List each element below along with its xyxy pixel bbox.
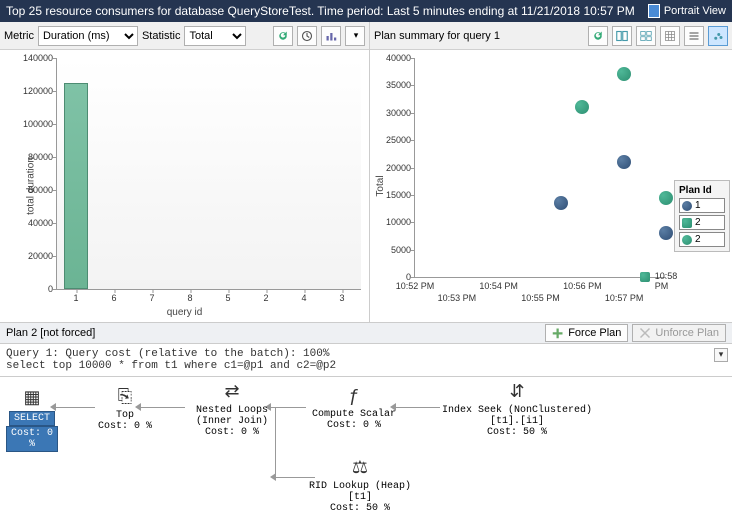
scatter-point[interactable] <box>659 191 673 205</box>
legend-item[interactable]: 1 <box>679 198 725 213</box>
chart-type-icon[interactable] <box>321 26 341 46</box>
scatter-point[interactable] <box>554 196 568 210</box>
query-sql-line: select top 10000 * from t1 where c1=@p1 … <box>6 360 726 372</box>
x-tick: 3 <box>339 293 344 303</box>
statistic-label: Statistic <box>142 30 181 42</box>
unforce-icon <box>639 327 651 339</box>
force-icon <box>552 327 564 339</box>
y-tick: 15000 <box>375 190 411 200</box>
plan-id-legend: Plan Id 1 2 2 <box>674 180 730 252</box>
y-tick: 100000 <box>11 119 53 129</box>
left-pane: Metric Duration (ms) Statistic Total tot… <box>0 22 370 322</box>
x-tick: 10:52 PM <box>396 281 435 291</box>
grid2-icon[interactable] <box>660 26 680 46</box>
plan-node-index-seek[interactable]: ⇵ Index Seek (NonClustered) [t1].[i1] Co… <box>432 381 602 438</box>
portrait-icon <box>648 4 660 18</box>
expand-button[interactable]: ▾ <box>714 348 728 362</box>
legend-item[interactable]: 2 <box>679 232 725 247</box>
y-tick: 120000 <box>11 86 53 96</box>
plan-node-rid-lookup[interactable]: ⚖ RID Lookup (Heap) [t1] Cost: 50 % <box>300 457 420 514</box>
bar-chart-area: total duration 0200004000060000800001000… <box>0 50 369 322</box>
y-tick: 0 <box>11 284 53 294</box>
compare2-icon[interactable] <box>636 26 656 46</box>
y-tick: 60000 <box>11 185 53 195</box>
statistic-select[interactable]: Total <box>184 26 246 46</box>
nested-loops-icon: ⇄ <box>182 381 282 403</box>
x-tick: 10:56 PM <box>563 281 602 291</box>
scatter-point[interactable] <box>640 272 650 282</box>
query-text-area: Query 1: Query cost (relative to the bat… <box>0 344 732 377</box>
metric-select[interactable]: Duration (ms) <box>38 26 138 46</box>
unforce-plan-button: Unforce Plan <box>632 324 726 342</box>
scatter-plot: 0500010000150002000025000300003500040000… <box>414 58 666 278</box>
bar-x-axis-title: query id <box>0 305 369 322</box>
x-tick: 10:54 PM <box>479 281 518 291</box>
plan-node-compute-scalar[interactable]: ƒ Compute Scalar Cost: 0 % <box>304 387 404 431</box>
legend-title: Plan Id <box>679 185 712 196</box>
x-tick: 1 <box>73 293 78 303</box>
portrait-label: Portrait View <box>664 5 726 17</box>
query-cost-line: Query 1: Query cost (relative to the bat… <box>6 348 726 360</box>
scatter-chart-area: Total 0500010000150002000025000300003500… <box>370 50 732 322</box>
index-seek-icon: ⇵ <box>432 381 602 403</box>
y-tick: 30000 <box>375 108 411 118</box>
grid3-icon[interactable] <box>684 26 704 46</box>
top-icon: ⎘ <box>95 387 155 408</box>
scatter-point[interactable] <box>659 226 673 240</box>
y-tick: 20000 <box>375 163 411 173</box>
plan-node-top[interactable]: ⎘ Top Cost: 0 % <box>95 387 155 432</box>
x-tick: 10:57 PM <box>605 293 644 303</box>
x-tick: 4 <box>301 293 306 303</box>
right-toolbar: Plan summary for query 1 <box>370 22 732 50</box>
rid-lookup-icon: ⚖ <box>300 457 420 479</box>
scatter-point[interactable] <box>617 67 631 81</box>
plan-node-select[interactable]: ▦ SELECT Cost: 0 % <box>6 387 58 452</box>
title-bar: Top 25 resource consumers for database Q… <box>0 0 732 22</box>
time-icon[interactable] <box>297 26 317 46</box>
compute-scalar-icon: ƒ <box>304 387 404 407</box>
y-tick: 35000 <box>375 80 411 90</box>
refresh2-icon[interactable] <box>588 26 608 46</box>
y-tick: 10000 <box>375 217 411 227</box>
x-tick: 6 <box>111 293 116 303</box>
left-toolbar: Metric Duration (ms) Statistic Total <box>0 22 369 50</box>
scatter-point[interactable] <box>575 100 589 114</box>
x-tick: 2 <box>263 293 268 303</box>
select-icon: ▦ <box>6 387 58 409</box>
scatter-point[interactable] <box>617 155 631 169</box>
y-tick: 25000 <box>375 135 411 145</box>
plan-node-nested-loops[interactable]: ⇄ Nested Loops (Inner Join) Cost: 0 % <box>182 381 282 438</box>
x-tick: 10:53 PM <box>438 293 477 303</box>
x-tick: 10:58 PM <box>655 271 678 291</box>
y-tick: 5000 <box>375 245 411 255</box>
y-tick: 40000 <box>11 218 53 228</box>
legend-item[interactable]: 2 <box>679 215 725 230</box>
x-tick: 5 <box>225 293 230 303</box>
x-tick: 10:55 PM <box>521 293 560 303</box>
x-tick: 8 <box>187 293 192 303</box>
y-tick: 20000 <box>11 251 53 261</box>
metric-label: Metric <box>4 30 34 42</box>
x-tick: 7 <box>149 293 154 303</box>
portrait-view-button[interactable]: Portrait View <box>648 4 726 18</box>
refresh-icon[interactable] <box>273 26 293 46</box>
right-pane: Plan summary for query 1 Total 050001000… <box>370 22 732 322</box>
y-tick: 80000 <box>11 152 53 162</box>
y-tick: 40000 <box>375 53 411 63</box>
scatter-btn-icon[interactable] <box>708 26 728 46</box>
bar-plot: 0200004000060000800001000001200001400001… <box>56 58 361 290</box>
plan-status-title: Plan 2 [not forced] <box>6 327 95 339</box>
y-tick: 140000 <box>11 53 53 63</box>
plan-summary-title: Plan summary for query 1 <box>374 30 500 42</box>
execution-plan-tree: ▦ SELECT Cost: 0 % ⎘ Top Cost: 0 % ⇄ Nes… <box>0 377 732 525</box>
compare-icon[interactable] <box>612 26 632 46</box>
dropdown-icon[interactable] <box>345 26 365 46</box>
window-title: Top 25 resource consumers for database Q… <box>6 4 635 18</box>
force-plan-button[interactable]: Force Plan <box>545 324 628 342</box>
plan-status-bar: Plan 2 [not forced] Force Plan Unforce P… <box>0 322 732 344</box>
bar[interactable] <box>64 83 88 289</box>
